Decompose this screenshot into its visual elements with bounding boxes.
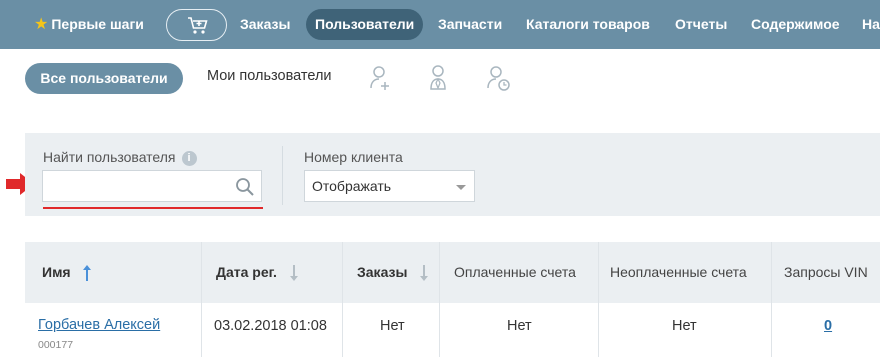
- paid-invoices-cell: Нет: [507, 318, 532, 334]
- nav-parts[interactable]: Запчасти: [438, 9, 502, 40]
- top-navigation: ★ Первые шаги Заказы Пользователи Запчаст…: [0, 0, 880, 49]
- user-name-link[interactable]: Горбачев Алексей: [38, 317, 160, 333]
- sub-navigation: Все пользователи Мои пользователи: [0, 49, 880, 109]
- reg-date-cell: 03.02.2018 01:08: [214, 318, 327, 334]
- column-divider: [598, 242, 599, 357]
- column-header-unpaid-invoices[interactable]: Неоплаченные счета: [610, 242, 747, 303]
- search-icon[interactable]: [235, 177, 255, 197]
- nav-first-steps-label: Первые шаги: [51, 16, 144, 32]
- client-number: 000177: [38, 339, 74, 351]
- user-history-icon[interactable]: [486, 64, 512, 92]
- search-user-field: [42, 170, 262, 202]
- client-number-select-value: Отображать: [312, 178, 392, 194]
- star-icon: ★: [34, 16, 49, 33]
- column-header-vin-requests[interactable]: Запросы VIN: [784, 242, 868, 303]
- search-user-input[interactable]: [43, 171, 233, 201]
- nav-orders[interactable]: Заказы: [240, 9, 290, 40]
- column-header-paid-invoices[interactable]: Оплаченные счета: [454, 242, 576, 303]
- search-user-label: Найти пользователя i: [43, 149, 197, 166]
- column-divider: [201, 242, 202, 357]
- column-header-orders-label: Заказы: [357, 264, 408, 280]
- column-divider: [771, 242, 772, 357]
- add-to-cart-button[interactable]: [166, 9, 227, 41]
- add-user-icon[interactable]: [369, 64, 393, 92]
- filter-panel: Найти пользователя i Номер клиента Отобра…: [25, 133, 880, 216]
- orders-cell: Нет: [380, 318, 405, 334]
- column-header-reg-date[interactable]: Дата рег.: [216, 242, 299, 303]
- sort-up-icon[interactable]: [82, 264, 92, 282]
- unpaid-invoices-cell: Нет: [672, 318, 697, 334]
- nav-reports[interactable]: Отчеты: [675, 9, 727, 40]
- user-manager-icon[interactable]: [428, 64, 448, 92]
- chevron-down-icon: [456, 185, 466, 190]
- nav-users[interactable]: Пользователи: [306, 9, 424, 40]
- cart-plus-icon: [188, 17, 208, 34]
- column-divider: [342, 242, 343, 357]
- nav-catalogs[interactable]: Каталоги товаров: [526, 9, 650, 40]
- search-user-label-text: Найти пользователя: [43, 149, 176, 165]
- info-icon[interactable]: i: [181, 151, 197, 166]
- vin-requests-link[interactable]: 0: [824, 318, 832, 334]
- filter-divider: [282, 146, 283, 205]
- table-header: [25, 242, 880, 303]
- tab-my-users[interactable]: Мои пользователи: [207, 68, 332, 84]
- column-header-name-label: Имя: [42, 264, 71, 280]
- column-header-reg-date-label: Дата рег.: [216, 264, 277, 280]
- client-number-label: Номер клиента: [304, 149, 403, 165]
- client-number-select[interactable]: Отображать: [304, 170, 475, 202]
- column-header-orders[interactable]: Заказы: [357, 242, 429, 303]
- nav-content[interactable]: Содержимое: [751, 9, 840, 40]
- column-divider: [439, 242, 440, 357]
- sort-down-icon[interactable]: [419, 264, 429, 282]
- nav-more[interactable]: На: [862, 9, 880, 40]
- tab-all-users[interactable]: Все пользователи: [25, 63, 183, 94]
- highlight-underline: [43, 207, 263, 209]
- sort-down-icon[interactable]: [289, 264, 299, 282]
- column-header-name[interactable]: Имя: [42, 242, 92, 303]
- nav-first-steps[interactable]: ★ Первые шаги: [34, 9, 144, 40]
